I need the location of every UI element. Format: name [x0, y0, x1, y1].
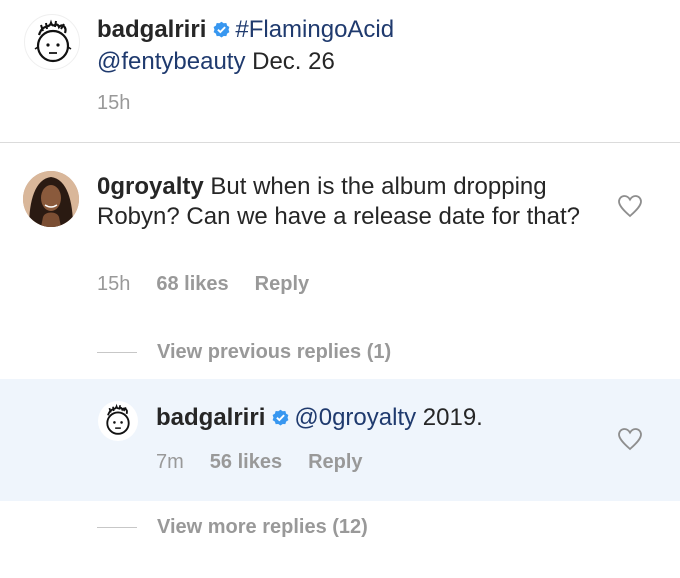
- reply-meta: 7m 56 likes Reply: [156, 451, 363, 474]
- view-more-replies[interactable]: View more replies (12): [97, 516, 368, 539]
- comment-username[interactable]: 0groyalty: [97, 173, 204, 200]
- avatar-badgalriri[interactable]: [24, 14, 80, 70]
- avatar-badgalriri-reply[interactable]: [98, 401, 138, 441]
- avatar-0groyalty[interactable]: [23, 171, 79, 227]
- comment-reply-button[interactable]: Reply: [255, 273, 309, 296]
- view-previous-replies[interactable]: View previous replies (1): [97, 341, 391, 364]
- comment-timestamp: 15h: [97, 273, 131, 295]
- caption-mention[interactable]: @fentybeauty: [97, 48, 245, 75]
- comment-text: 0groyalty But when is the album dropping…: [97, 172, 587, 232]
- post-caption: badgalriri #FlamingoAcid @fentybeauty De…: [0, 0, 680, 142]
- reply-body: 2019.: [422, 404, 483, 431]
- verified-badge-icon: [213, 21, 230, 38]
- reply-reply-button[interactable]: Reply: [308, 451, 362, 474]
- comments-view: badgalriri #FlamingoAcid @fentybeauty De…: [0, 0, 680, 578]
- caption-hashtag[interactable]: #FlamingoAcid: [235, 16, 394, 43]
- reply-username[interactable]: badgalriri: [156, 404, 265, 431]
- caption-timestamp: 15h: [97, 92, 131, 114]
- view-previous-label[interactable]: View previous replies (1): [157, 341, 391, 364]
- reply-likes[interactable]: 56 likes: [210, 451, 282, 474]
- caption-text: badgalriri #FlamingoAcid @fentybeauty De…: [97, 14, 657, 78]
- divider-dash: [97, 352, 137, 353]
- reply-timestamp: 7m: [156, 451, 184, 473]
- reply-mention[interactable]: @0groyalty: [294, 404, 416, 431]
- reply-item: badgalriri @0groyalty 2019. 7m 56 likes …: [0, 379, 680, 501]
- comment-meta: 15h 68 likes Reply: [97, 273, 309, 296]
- comment-item: 0groyalty But when is the album dropping…: [0, 143, 680, 379]
- divider-dash: [97, 527, 137, 528]
- view-more-label[interactable]: View more replies (12): [157, 516, 368, 539]
- caption-body: Dec. 26: [252, 48, 335, 75]
- verified-badge-icon: [272, 409, 289, 426]
- caption-username[interactable]: badgalriri: [97, 16, 206, 43]
- reply-text: badgalriri @0groyalty 2019.: [156, 403, 596, 433]
- heart-icon[interactable]: [617, 194, 643, 218]
- comment-likes[interactable]: 68 likes: [156, 273, 228, 296]
- heart-icon[interactable]: [617, 427, 643, 451]
